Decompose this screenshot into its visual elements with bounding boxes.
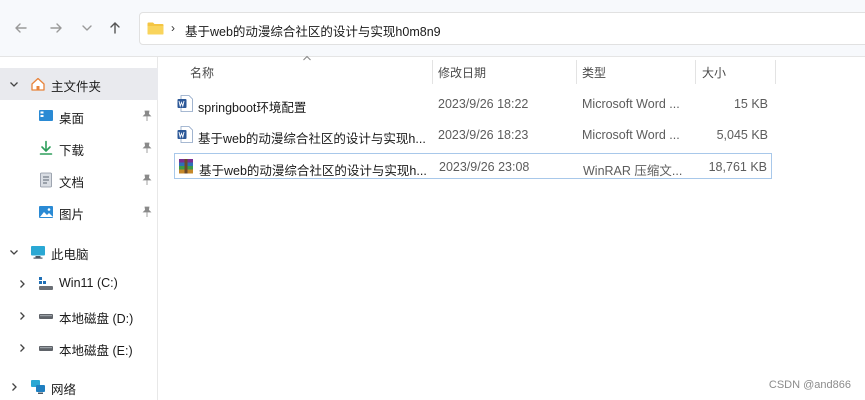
sort-ascending-icon	[303, 55, 311, 61]
file-date: 2023/9/26 18:23	[438, 128, 529, 142]
sidebar-item-downloads[interactable]: 下载	[0, 132, 158, 164]
sidebar-item-label: 本地磁盘 (E:)	[59, 344, 133, 358]
column-header-date[interactable]: 修改日期	[438, 60, 486, 84]
home-icon	[31, 77, 45, 91]
sidebar-item-label: 此电脑	[51, 248, 89, 262]
breadcrumb-separator[interactable]: ›	[171, 21, 175, 35]
file-type: Microsoft Word ...	[582, 97, 680, 111]
arrow-left-icon	[15, 23, 27, 33]
sidebar-item-pictures[interactable]: 图片	[0, 196, 158, 228]
file-name: 基于web的动漫综合社区的设计与实现h...	[199, 164, 427, 178]
recent-locations-button[interactable]	[76, 17, 98, 39]
pin-icon[interactable]	[141, 174, 153, 186]
watermark: CSDN @and866	[768, 379, 851, 391]
file-size: 5,045 KB	[716, 128, 768, 142]
chevron-down-icon[interactable]	[8, 78, 20, 90]
sidebar-item-label: 本地磁盘 (D:)	[59, 312, 134, 326]
up-button[interactable]	[104, 17, 126, 39]
picture-icon	[39, 206, 53, 218]
word-doc-icon	[177, 126, 193, 143]
sidebar-item-label: 文档	[59, 176, 85, 190]
sidebar-item-label: 下载	[59, 144, 85, 158]
file-row[interactable]: springboot环境配置 2023/9/26 18:22 Microsoft…	[174, 91, 772, 117]
column-divider[interactable]	[432, 60, 433, 84]
chevron-right-icon[interactable]	[16, 310, 28, 322]
network-icon	[31, 380, 45, 394]
arrow-up-icon	[110, 22, 120, 34]
file-date: 2023/9/26 18:22	[438, 97, 529, 111]
chevron-right-icon[interactable]	[16, 342, 28, 354]
breadcrumb-current-folder[interactable]: 基于web的动漫综合社区的设计与实现h0m8n9	[185, 21, 441, 40]
navigation-pane: 主文件夹 桌面 下载 文档 图片 此电脑 Win11 (C:) 本地磁盘 (D:…	[0, 57, 158, 400]
column-divider[interactable]	[775, 60, 776, 84]
disk-drive-icon	[39, 314, 53, 319]
back-button[interactable]	[10, 17, 32, 39]
download-icon	[39, 140, 53, 155]
disk-drive-icon	[39, 346, 53, 351]
sidebar-item-this-pc[interactable]: 此电脑	[0, 236, 158, 268]
file-name: 基于web的动漫综合社区的设计与实现h...	[198, 132, 426, 146]
column-header-name[interactable]: 名称	[190, 60, 214, 84]
file-type: WinRAR 压缩文...	[583, 164, 683, 178]
file-row[interactable]: 基于web的动漫综合社区的设计与实现h... 2023/9/26 23:08 W…	[174, 153, 772, 179]
sidebar-item-drive-d[interactable]: 本地磁盘 (D:)	[0, 300, 158, 332]
file-size: 15 KB	[733, 97, 768, 111]
file-size: 18,761 KB	[708, 160, 767, 174]
sidebar-item-label: 桌面	[59, 112, 85, 126]
pin-icon[interactable]	[141, 206, 153, 218]
computer-icon	[31, 246, 45, 259]
column-divider[interactable]	[695, 60, 696, 84]
document-icon	[40, 172, 52, 188]
file-type: Microsoft Word ...	[582, 128, 680, 142]
file-name: springboot环境配置	[198, 101, 307, 115]
sidebar-item-drive-c[interactable]: Win11 (C:)	[0, 268, 158, 300]
desktop-icon	[39, 110, 53, 121]
file-row[interactable]: 基于web的动漫综合社区的设计与实现h... 2023/9/26 18:23 M…	[174, 122, 772, 148]
pin-icon[interactable]	[141, 110, 153, 122]
chevron-down-icon[interactable]	[8, 246, 20, 258]
column-divider[interactable]	[576, 60, 577, 84]
column-header-size[interactable]: 大小	[702, 60, 726, 84]
pin-icon[interactable]	[141, 142, 153, 154]
file-date: 2023/9/26 23:08	[439, 160, 530, 174]
sidebar-item-documents[interactable]: 文档	[0, 164, 158, 196]
chevron-right-icon[interactable]	[8, 381, 20, 393]
sidebar-item-home[interactable]: 主文件夹	[0, 68, 158, 100]
chevron-right-icon[interactable]	[16, 278, 28, 290]
windows-drive-icon	[39, 277, 53, 290]
sidebar-item-label: 图片	[59, 208, 85, 222]
sidebar-item-label: Win11 (C:)	[59, 276, 118, 290]
sidebar-item-network[interactable]: 网络	[0, 371, 158, 400]
column-header-type[interactable]: 类型	[582, 60, 606, 84]
sidebar-item-drive-e[interactable]: 本地磁盘 (E:)	[0, 332, 158, 364]
sidebar-item-label: 网络	[51, 383, 77, 397]
navigation-bar: › 基于web的动漫综合社区的设计与实现h0m8n9	[0, 0, 865, 57]
word-doc-icon	[177, 95, 193, 112]
arrow-right-icon	[50, 23, 62, 33]
winrar-archive-icon	[179, 159, 193, 174]
address-bar[interactable]: › 基于web的动漫综合社区的设计与实现h0m8n9	[139, 12, 865, 45]
chevron-down-icon	[82, 25, 92, 31]
folder-icon	[147, 22, 164, 35]
forward-button[interactable]	[45, 17, 67, 39]
sidebar-item-label: 主文件夹	[51, 80, 102, 94]
sidebar-item-desktop[interactable]: 桌面	[0, 100, 158, 132]
